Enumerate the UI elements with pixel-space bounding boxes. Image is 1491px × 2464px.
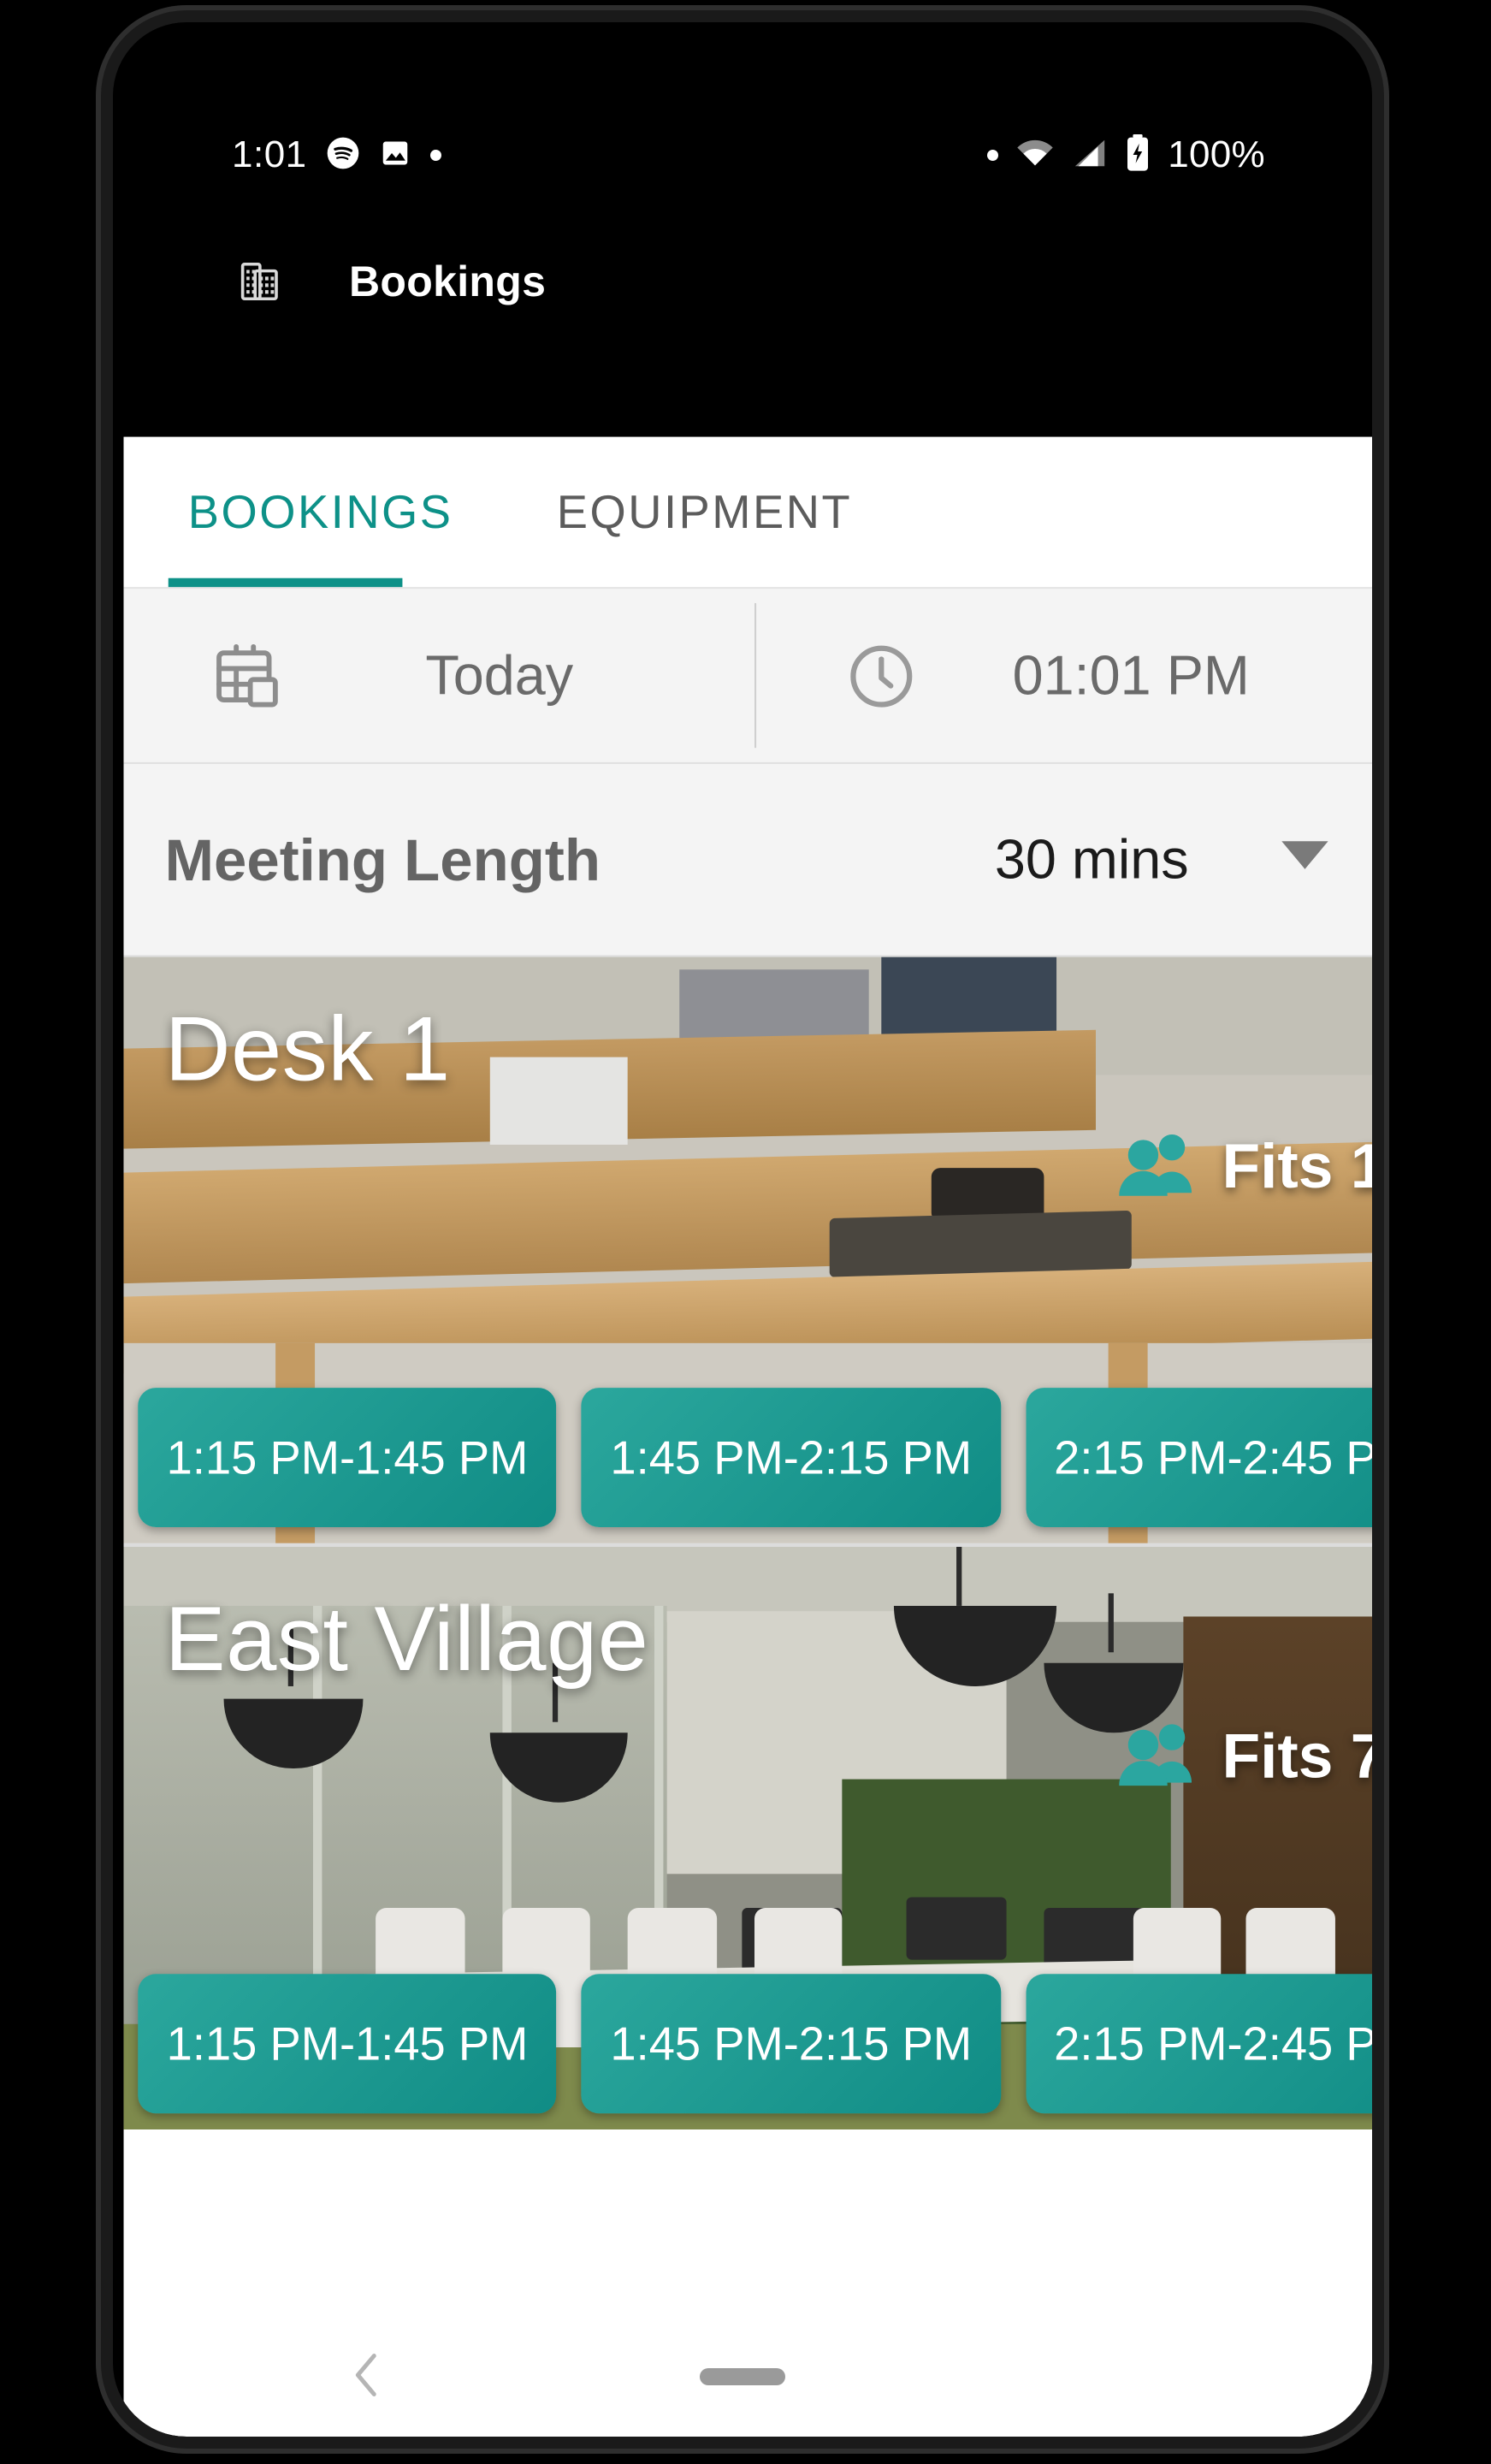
meeting-length-label: Meeting Length [164,826,601,892]
room-capacity-label: Fits 1 [1222,1131,1372,1201]
content-sheet: BOOKINGS EQUIPMENT Today 01:01 PM Meetin… [123,436,1372,2437]
clock-icon [841,637,920,715]
time-value: 01:01 PM [1012,643,1250,707]
time-slot-chip[interactable]: 1:15 PM-1:45 PM [138,1974,557,2114]
room-capacity-label: Fits 7 [1222,1721,1372,1792]
date-time-filter-row: Today 01:01 PM [123,589,1372,764]
time-slot-chip[interactable]: 2:15 PM-2:45 PM [1025,1388,1372,1528]
date-value: Today [425,643,574,707]
time-selector[interactable]: 01:01 PM [755,589,1372,762]
room-name: East Village [164,1588,649,1691]
people-icon [1118,1128,1197,1205]
room-card-east-village[interactable]: East Village Fits 7 1:15 PM-1:45 PM 1:45… [123,1543,1372,2130]
phone-screen: 1:01 100% Bookings BOOKINGS EQUIPMENT To… [113,22,1372,2437]
people-icon [1118,1719,1197,1796]
phone-frame: 1:01 100% Bookings BOOKINGS EQUIPMENT To… [101,10,1384,2449]
time-slot-strip[interactable]: 1:15 PM-1:45 PM 1:45 PM-2:15 PM 2:15 PM-… [124,1974,1372,2114]
app-content-scaler: BOOKINGS EQUIPMENT Today 01:01 PM Meetin… [113,22,1372,2437]
tab-bookings[interactable]: BOOKINGS [177,484,464,540]
date-selector[interactable]: Today [124,589,754,762]
meeting-length-value[interactable]: 30 mins [995,827,1189,891]
chevron-left-icon[interactable] [352,2353,382,2402]
time-slot-chip[interactable]: 1:45 PM-2:15 PM [581,1388,1001,1528]
chevron-down-icon[interactable] [1281,841,1328,879]
room-card-desk-1[interactable]: Desk 1 Fits 1 1:15 PM-1:45 PM 1:45 PM-2:… [123,957,1372,1543]
tab-equipment[interactable]: EQUIPMENT [546,484,863,540]
meeting-length-row[interactable]: Meeting Length 30 mins [123,763,1372,957]
room-capacity-badge: Fits 1 [1118,1128,1372,1205]
tab-active-indicator [168,578,403,588]
room-name: Desk 1 [164,998,451,1100]
time-slot-chip[interactable]: 1:15 PM-1:45 PM [138,1388,557,1528]
time-slot-chip[interactable]: 1:45 PM-2:15 PM [581,1974,1001,2114]
tab-bar: BOOKINGS EQUIPMENT [123,436,1372,589]
room-capacity-badge: Fits 7 [1118,1719,1372,1796]
time-slot-strip[interactable]: 1:15 PM-1:45 PM 1:45 PM-2:15 PM 2:15 PM-… [124,1388,1372,1528]
home-pill-indicator[interactable] [700,2368,785,2385]
calendar-icon [210,637,288,715]
system-navigation-bar [113,2317,1372,2437]
time-slot-chip[interactable]: 2:15 PM-2:45 PM [1025,1974,1372,2114]
